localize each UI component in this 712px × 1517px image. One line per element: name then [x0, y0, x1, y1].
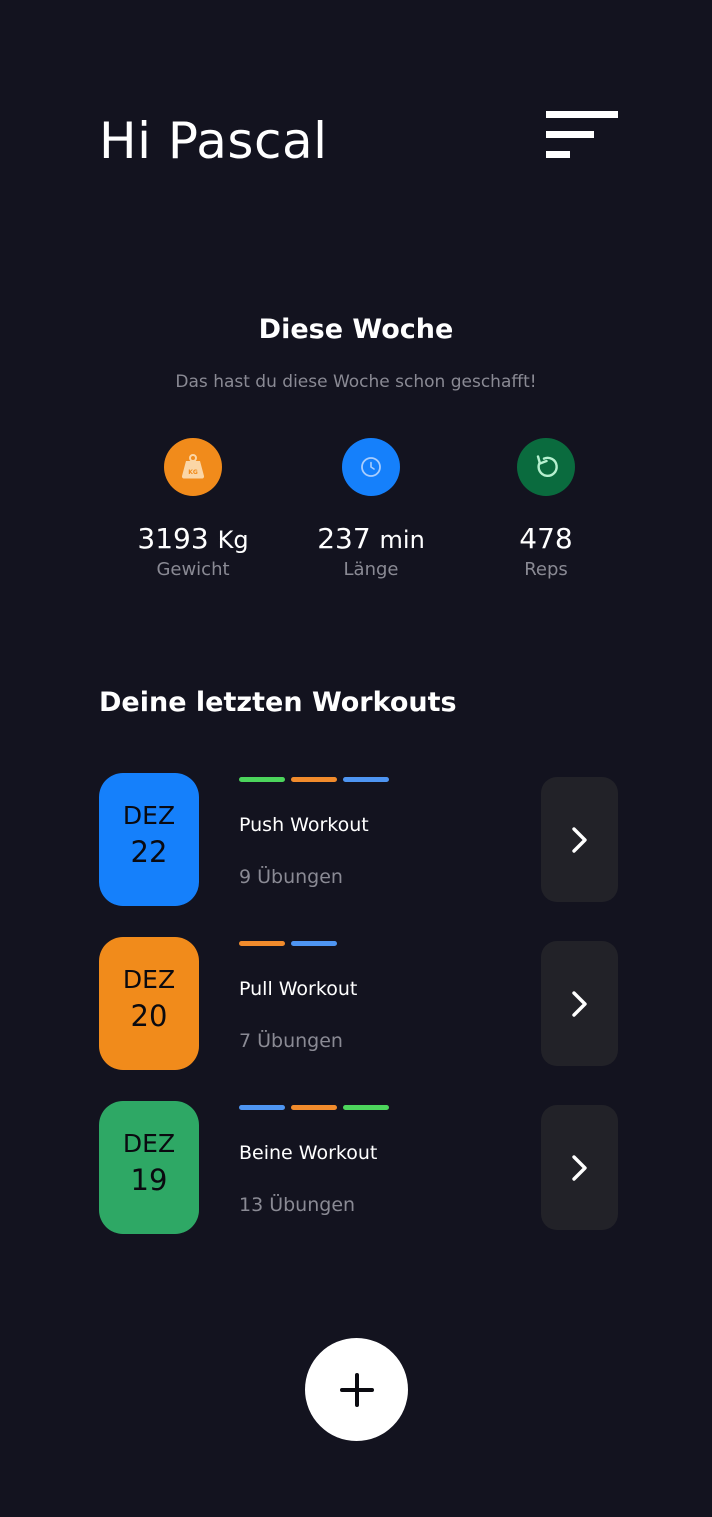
workout-day: 19: [130, 1163, 168, 1197]
svg-text:KG: KG: [188, 469, 198, 476]
stat-duration-unit: min: [379, 526, 425, 554]
stat-duration-label: Länge: [343, 559, 399, 580]
workout-tag: [343, 777, 389, 782]
menu-button[interactable]: [540, 104, 624, 164]
stat-weight-value: 3193: [137, 522, 209, 555]
home-screen: Hi Pascal Diese Woche Das hast du diese …: [0, 0, 712, 1517]
open-workout-button[interactable]: [541, 941, 618, 1066]
chevron-right-icon: [572, 827, 587, 853]
add-workout-button[interactable]: [305, 1338, 408, 1441]
workout-name: Push Workout: [239, 814, 369, 836]
stat-reps: 478 Reps: [456, 438, 636, 582]
workout-item: DEZ 22 Push Workout 9 Übungen: [99, 773, 619, 907]
repeat-icon: [536, 455, 558, 477]
chevron-right-icon: [572, 991, 587, 1017]
workout-item: DEZ 20 Pull Workout 7 Übungen: [99, 937, 619, 1071]
workout-item: DEZ 19 Beine Workout 13 Übungen: [99, 1101, 619, 1235]
workout-month: DEZ: [122, 965, 176, 994]
workout-tag: [291, 777, 337, 782]
workout-tags: [239, 1105, 395, 1110]
stat-duration: 237 min Länge: [281, 438, 461, 582]
stat-weight-circle: KG: [164, 438, 222, 496]
plus-icon: [340, 1373, 374, 1407]
workout-tag: [239, 941, 285, 946]
workout-day: 22: [130, 835, 168, 869]
workout-name: Pull Workout: [239, 978, 358, 1000]
workout-tags: [239, 941, 343, 946]
workout-exercise-count: 7 Übungen: [239, 1030, 343, 1052]
workout-date-card: DEZ 22: [99, 773, 199, 906]
workout-tag: [291, 1105, 337, 1110]
workout-month: DEZ: [122, 1129, 176, 1158]
clock-icon: [361, 457, 381, 477]
workout-tag: [343, 1105, 389, 1110]
workout-date-card: DEZ 19: [99, 1101, 199, 1234]
workout-tag: [291, 941, 337, 946]
workout-tags: [239, 777, 395, 782]
workout-date-card: DEZ 20: [99, 937, 199, 1070]
recent-workouts-title: Deine letzten Workouts: [99, 687, 457, 718]
week-title: Diese Woche: [258, 314, 454, 345]
stat-reps-value: 478: [519, 522, 573, 555]
open-workout-button[interactable]: [541, 1105, 618, 1230]
open-workout-button[interactable]: [541, 777, 618, 902]
greeting: Hi Pascal: [99, 112, 328, 170]
stat-weight-unit: Kg: [217, 526, 249, 554]
stat-weight: KG 3193 Kg Gewicht: [103, 438, 283, 582]
stat-weight-value-row: 3193 Kg: [103, 522, 283, 557]
workout-tag: [239, 777, 285, 782]
workout-exercise-count: 13 Übungen: [239, 1194, 356, 1216]
stat-reps-circle: [517, 438, 575, 496]
workout-tag: [239, 1105, 285, 1110]
chevron-right-icon: [572, 1155, 587, 1181]
stat-duration-value: 237: [317, 522, 371, 555]
stat-duration-value-row: 237 min: [281, 522, 461, 557]
workout-month: DEZ: [122, 801, 176, 830]
stat-reps-label: Reps: [524, 559, 568, 580]
week-subtitle: Das hast du diese Woche schon geschafft!: [175, 372, 537, 392]
stat-reps-value-row: 478: [456, 522, 636, 557]
workout-day: 20: [130, 999, 168, 1033]
workout-name: Beine Workout: [239, 1142, 378, 1164]
stat-weight-label: Gewicht: [156, 559, 230, 580]
weight-kg-icon: KG: [181, 454, 205, 479]
stat-duration-circle: [342, 438, 400, 496]
workout-exercise-count: 9 Übungen: [239, 866, 343, 888]
